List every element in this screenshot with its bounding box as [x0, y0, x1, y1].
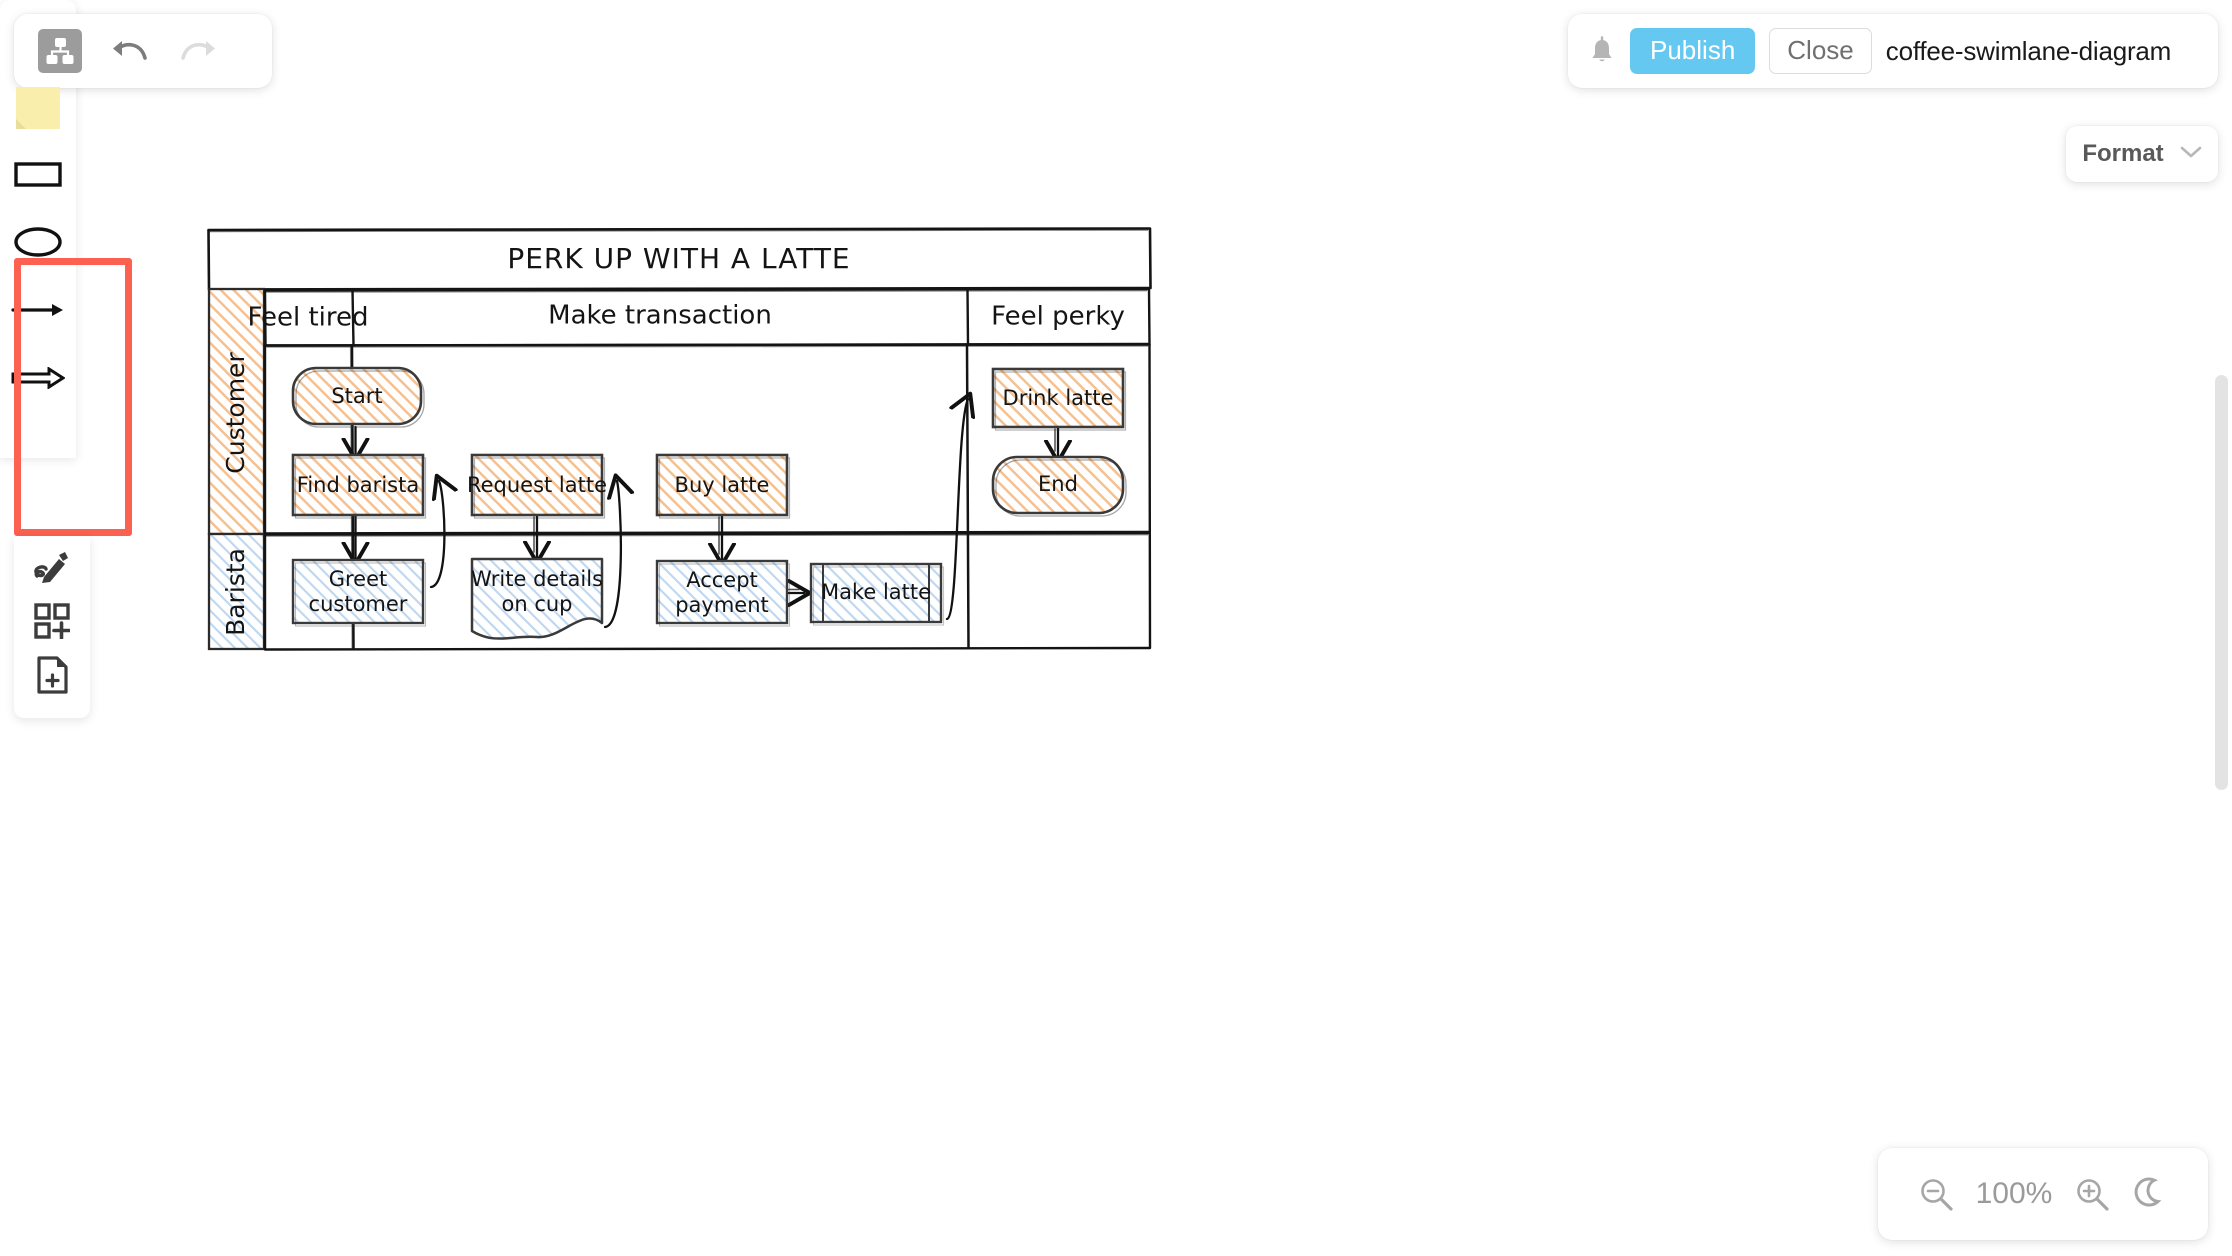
rectangle-icon — [13, 158, 63, 195]
node-write-details-on-cup[interactable]: Write details on cup — [470, 557, 604, 640]
node-accept-payment-label-line2: payment — [675, 593, 769, 617]
freehand-tool-button[interactable] — [14, 544, 90, 597]
format-button[interactable]: Format — [2066, 126, 2218, 182]
zoom-out-icon[interactable] — [1918, 1176, 1954, 1212]
node-end-label: End — [1038, 472, 1078, 496]
add-shapes-button[interactable] — [14, 597, 90, 650]
node-greet-customer-label-line1: Greet — [329, 567, 388, 591]
node-request-latte-label: Request latte — [467, 473, 607, 497]
node-accept-payment-label-line1: Accept — [686, 568, 758, 592]
document-header-bar: Publish Close coffee-swimlane-diagram — [1568, 14, 2218, 88]
swimlane-diagram[interactable]: PERK UP WITH A LATTE Customer Barista Fe… — [207, 227, 1152, 651]
close-button[interactable]: Close — [1769, 28, 1872, 74]
lane-barista-label: Barista — [221, 548, 250, 636]
bell-icon[interactable] — [1588, 36, 1616, 66]
palette-item-block-arrow[interactable] — [0, 346, 76, 414]
diagram-icon — [38, 29, 82, 73]
redo-button[interactable] — [178, 34, 218, 69]
node-start[interactable]: Start — [291, 366, 425, 428]
zoom-control-bar: 100% — [1878, 1148, 2208, 1240]
edge-make-latte-to-drink-latte — [945, 399, 968, 621]
diagram-title: PERK UP WITH A LATTE — [507, 242, 850, 275]
arrow-line-icon — [11, 300, 65, 325]
document-title: coffee-swimlane-diagram — [1885, 35, 2172, 66]
undo-icon — [110, 34, 150, 69]
node-find-barista[interactable]: Find barista — [291, 453, 427, 519]
top-left-toolbar — [14, 14, 272, 88]
undo-button[interactable] — [110, 34, 150, 69]
node-greet-customer[interactable]: Greet customer — [291, 558, 427, 627]
node-write-details-label-line1: Write details — [471, 567, 603, 591]
lane-customer-label: Customer — [221, 352, 250, 474]
redo-icon — [178, 34, 218, 69]
palette-item-arrow-line[interactable] — [0, 278, 76, 346]
node-accept-payment[interactable]: Accept payment — [655, 559, 791, 627]
moon-icon[interactable] — [2132, 1176, 2168, 1212]
edge-write-details-to-buy-latte — [603, 481, 621, 629]
phase-label-feel-tired: Feel tired — [247, 303, 368, 333]
publish-button[interactable]: Publish — [1630, 28, 1756, 74]
chevron-down-icon — [2180, 145, 2202, 164]
phase-label-make-transaction: Make transaction — [548, 301, 772, 331]
node-make-latte[interactable]: Make latte — [809, 562, 945, 626]
file-plus-icon — [35, 656, 69, 699]
palette-item-ellipse[interactable] — [0, 210, 76, 278]
node-request-latte[interactable]: Request latte — [467, 453, 607, 519]
lane-barista[interactable]: Barista — [207, 532, 266, 651]
node-drink-latte[interactable]: Drink latte — [991, 367, 1127, 431]
new-page-button[interactable] — [14, 651, 90, 704]
sticky-note-icon — [16, 87, 60, 129]
ellipse-icon — [12, 224, 64, 265]
canvas-vertical-scrollbar[interactable] — [2215, 375, 2228, 790]
node-write-details-label-line2: on cup — [501, 592, 572, 616]
node-start-label: Start — [331, 384, 382, 408]
phase-label-feel-perky: Feel perky — [991, 302, 1125, 332]
left-tool-stack — [14, 536, 90, 718]
zoom-in-icon[interactable] — [2074, 1176, 2110, 1212]
node-make-latte-label: Make latte — [821, 580, 931, 604]
node-buy-latte-label: Buy latte — [675, 473, 770, 497]
diagram-tool-button[interactable] — [38, 29, 82, 73]
node-greet-customer-label-line2: customer — [309, 592, 408, 616]
node-end[interactable]: End — [991, 455, 1127, 517]
node-find-barista-label: Find barista — [297, 473, 419, 497]
format-button-label: Format — [2082, 140, 2164, 167]
grid-plus-icon — [34, 603, 71, 644]
node-drink-latte-label: Drink latte — [1003, 386, 1114, 410]
freehand-pencil-icon — [32, 550, 72, 591]
zoom-level-label: 100% — [1975, 1177, 2053, 1210]
block-arrow-icon — [11, 365, 66, 394]
node-buy-latte[interactable]: Buy latte — [655, 453, 791, 519]
palette-item-rectangle[interactable] — [0, 142, 76, 210]
